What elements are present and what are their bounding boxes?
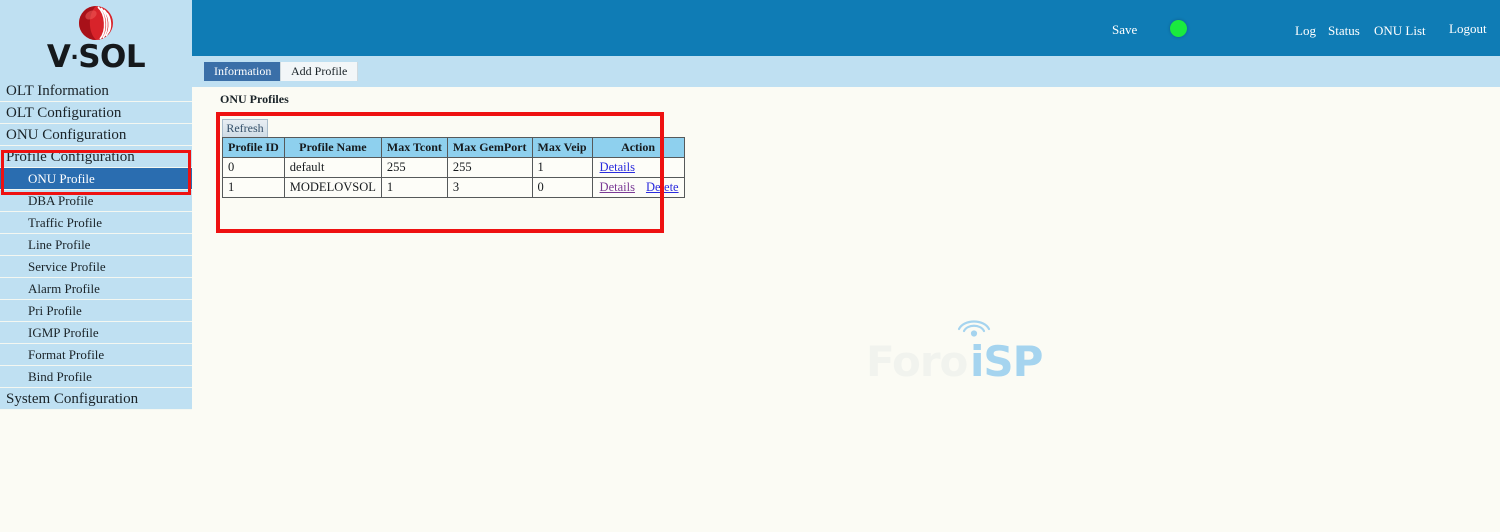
status-link[interactable]: Status xyxy=(1328,23,1360,39)
main-content: Foro iSP ONU Profiles Refresh Profile ID… xyxy=(192,87,1500,532)
tab-strip: Information Add Profile xyxy=(192,56,1500,87)
vsol-sphere-logo-icon xyxy=(79,6,113,40)
tab-add-profile[interactable]: Add Profile xyxy=(280,62,359,81)
sidebar-item-profile-configuration[interactable]: Profile Configuration xyxy=(0,146,192,168)
sidebar-item-label: Alarm Profile xyxy=(28,281,100,296)
watermark-text-foro: Foro xyxy=(866,337,968,386)
sidebar-item-label: ONU Profile xyxy=(28,171,95,186)
brand-logo-panel: V·SOL xyxy=(0,0,192,80)
sidebar-item-label: DBA Profile xyxy=(28,193,94,208)
sidebar-item-label: Line Profile xyxy=(28,237,91,252)
sidebar-item-label: System Configuration xyxy=(6,391,139,407)
annotation-box-table xyxy=(216,112,664,233)
sidebar-item-label: Format Profile xyxy=(28,347,105,362)
sidebar-item-traffic-profile[interactable]: Traffic Profile xyxy=(0,212,192,234)
brand-wordmark: V·SOL xyxy=(0,40,192,76)
sidebar-item-format-profile[interactable]: Format Profile xyxy=(0,344,192,366)
sidebar-item-pri-profile[interactable]: Pri Profile xyxy=(0,300,192,322)
sidebar-item-service-profile[interactable]: Service Profile xyxy=(0,256,192,278)
brand-wordmark-v: V xyxy=(46,39,71,75)
sidebar-item-label: Traffic Profile xyxy=(28,215,103,230)
log-link[interactable]: Log xyxy=(1295,23,1316,39)
sidebar-item-igmp-profile[interactable]: IGMP Profile xyxy=(0,322,192,344)
sidebar-item-olt-information[interactable]: OLT Information xyxy=(0,80,192,102)
page-title: ONU Profiles xyxy=(220,92,289,106)
sidebar-item-onu-configuration[interactable]: ONU Configuration xyxy=(0,124,192,146)
sidebar-item-label: OLT Information xyxy=(6,83,109,99)
onu-list-link[interactable]: ONU List xyxy=(1374,23,1426,39)
sidebar-item-label: Profile Configuration xyxy=(6,149,135,165)
save-button[interactable]: Save xyxy=(1112,22,1137,38)
brand-wordmark-sol: SOL xyxy=(78,39,146,75)
foroisp-watermark: Foro iSP xyxy=(864,313,1064,393)
sidebar-item-system-configuration[interactable]: System Configuration xyxy=(0,388,192,410)
sidebar-item-line-profile[interactable]: Line Profile xyxy=(0,234,192,256)
sidebar-item-label: Bind Profile xyxy=(28,369,92,384)
sidebar-item-label: OLT Configuration xyxy=(6,105,122,121)
green-status-led-icon xyxy=(1170,20,1187,37)
sidebar-item-dba-profile[interactable]: DBA Profile xyxy=(0,190,192,212)
sidebar-item-label: Service Profile xyxy=(28,259,106,274)
sidebar-item-bind-profile[interactable]: Bind Profile xyxy=(0,366,192,388)
logout-link[interactable]: Logout xyxy=(1449,21,1487,37)
sidebar-item-label: IGMP Profile xyxy=(28,325,99,340)
sidebar-menu: OLT Information OLT Configuration ONU Co… xyxy=(0,80,192,410)
sidebar-item-onu-profile[interactable]: ONU Profile xyxy=(0,168,192,190)
sidebar: V·SOL OLT Information OLT Configuration … xyxy=(0,0,192,532)
top-header-bar: Save Log Status ONU List Logout xyxy=(192,0,1500,56)
broadcast-tower-icon xyxy=(957,320,991,337)
sidebar-item-label: Pri Profile xyxy=(28,303,82,318)
sidebar-item-olt-configuration[interactable]: OLT Configuration xyxy=(0,102,192,124)
tab-information[interactable]: Information xyxy=(204,62,282,81)
watermark-text-isp: iSP xyxy=(970,337,1043,386)
sidebar-item-label: ONU Configuration xyxy=(6,127,127,143)
sidebar-item-alarm-profile[interactable]: Alarm Profile xyxy=(0,278,192,300)
